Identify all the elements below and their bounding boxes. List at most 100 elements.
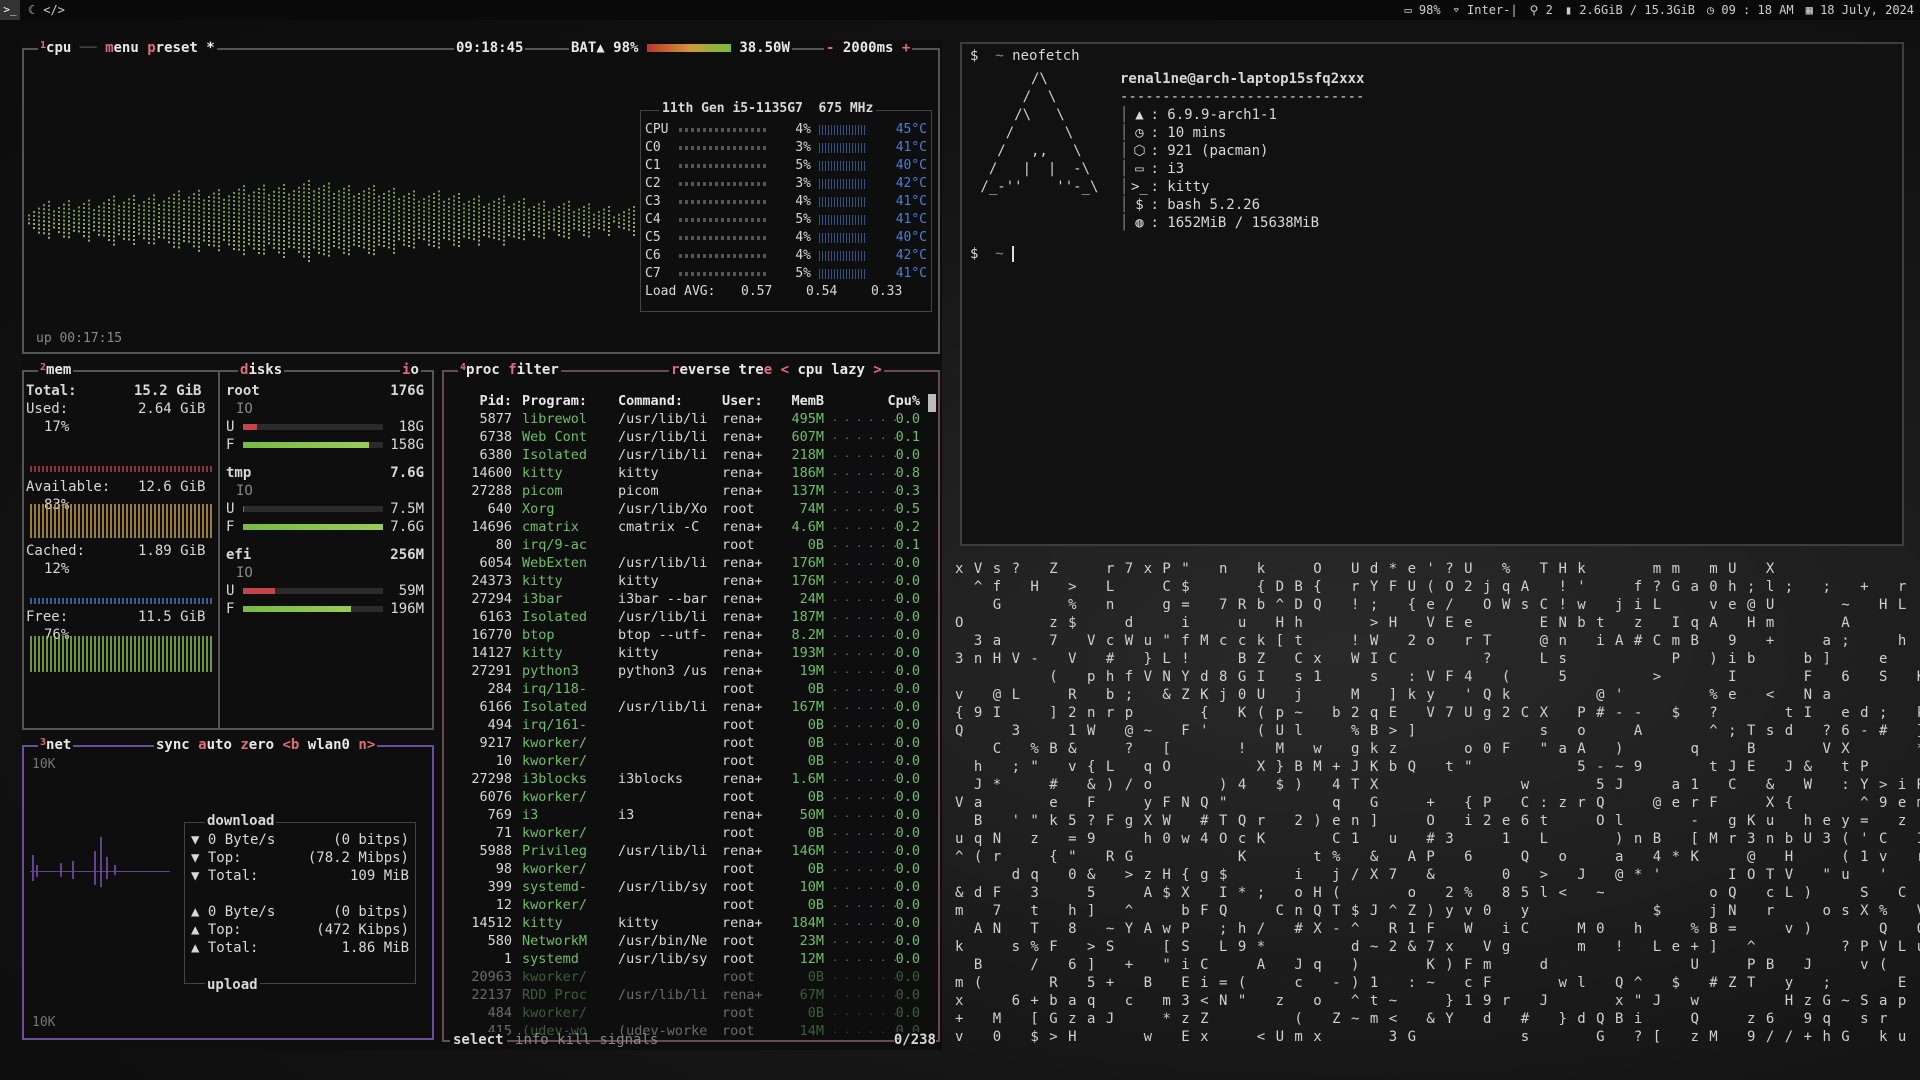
col-mem[interactable]: MemB <box>768 392 824 410</box>
table-row[interactable]: 27294 i3bar i3bar --bar rena+ 24M. . . . . .… <box>450 590 930 608</box>
prev-iface-button[interactable]: <b <box>283 737 300 753</box>
signals-button[interactable]: signals <box>599 1032 658 1048</box>
sync-toggle[interactable]: sync <box>156 737 190 753</box>
core-usage-bar <box>679 146 769 150</box>
table-row[interactable]: 6380 Isolated/usr/lib/li rena+ 218M. . . . … <box>450 446 930 464</box>
col-program[interactable]: Program: <box>522 392 587 410</box>
moon-icon[interactable]: ☾ <box>28 0 35 20</box>
col-command[interactable]: Command: <box>618 392 683 410</box>
col-pid[interactable]: Pid: <box>450 392 512 410</box>
table-row[interactable]: 14600 kitty kitty rena+ 186M. . . . . . 0.8 <box>450 464 930 482</box>
table-row[interactable]: 27288 picom picom rena+ 137M. . . . . . 0.3 <box>450 482 930 500</box>
row-program: irq/9-ac <box>522 537 588 553</box>
row-cpu: 0.1 <box>895 537 920 553</box>
row-command: kitty <box>618 465 659 481</box>
preset-tab[interactable]: preset * <box>147 40 214 56</box>
terminal-icon[interactable]: >_ <box>0 0 20 20</box>
table-row[interactable]: 16770 btop btop --utf-rena+ 8.2M. . . . . .… <box>450 626 930 644</box>
table-row[interactable]: 769 i3 i3 rena+ 50M. . . . . . 0.0 <box>450 806 930 824</box>
io-tab[interactable]: io <box>400 362 421 378</box>
auto-toggle[interactable]: auto <box>198 737 232 753</box>
kitty-terminal[interactable]: $ ~ neofetch /\ / \ /\ \ / \ / ,, \ / | … <box>960 42 1904 546</box>
info-button[interactable]: info <box>515 1032 549 1048</box>
table-row[interactable]: 484 kworker/root 0B. . . . . . 0.0 <box>450 1004 930 1022</box>
table-row[interactable]: 6166 Isolated/usr/lib/li rena+ 167M. . . . … <box>450 698 930 716</box>
row-command: kitty <box>618 645 659 661</box>
table-row[interactable]: 494 irq/161- root 0B. . . . . . 0.0 <box>450 716 930 734</box>
interval-plus-button[interactable]: + <box>902 40 910 56</box>
row-user: root <box>722 1005 755 1021</box>
col-user[interactable]: User: <box>722 392 763 410</box>
tree-toggle[interactable]: tree <box>738 362 772 378</box>
row-pid: 20963 <box>471 969 512 985</box>
mem-box-title[interactable]: 2mem <box>38 362 74 378</box>
disk-free: 158G <box>390 437 424 453</box>
update-interval[interactable]: - 2000ms + <box>824 40 913 56</box>
zero-button[interactable]: zero <box>240 737 274 753</box>
table-row[interactable]: 27298 i3blocks i3blocks rena+ 1.6M. . . . . … <box>450 770 930 788</box>
table-row[interactable]: 580 NetworkM/usr/bin/Ne root 23M. . . . . .… <box>450 932 930 950</box>
table-row[interactable]: 14127 kitty kitty rena+ 193M. . . . . . 0.0 <box>450 644 930 662</box>
row-user: rena+ <box>722 411 763 427</box>
net-graph <box>30 837 170 887</box>
proc-box-title[interactable]: 4proc filter <box>458 362 561 378</box>
table-row[interactable]: 14512 kitty kitty rena+ 184M. . . . . . 0.0 <box>450 914 930 932</box>
table-row[interactable]: 640 Xorg/usr/lib/Xo root 74M. . . . . . 0.5 <box>450 500 930 518</box>
table-row[interactable]: 14696 cmatrix cmatrix -C rena+ 4.6M. . . . .… <box>450 518 930 536</box>
table-row[interactable]: 6054 WebExten/usr/lib/li rena+ 176M. . . . … <box>450 554 930 572</box>
row-user: rena+ <box>722 699 763 715</box>
row-program: i3 <box>522 807 539 823</box>
net-scale-bottom: 10K <box>32 1015 56 1030</box>
row-mem: 176M <box>791 555 824 571</box>
table-row[interactable]: 80 irq/9-ac root 0B. . . . . . 0.1 <box>450 536 930 554</box>
table-row[interactable]: 6076 kworker/root 0B. . . . . . 0.0 <box>450 788 930 806</box>
net-controls[interactable]: sync auto zero <b wlan0 n> <box>154 737 378 753</box>
table-row[interactable]: 6738 Web Cont/usr/lib/li rena+ 607M. . . . … <box>450 428 930 446</box>
cpu-box-title[interactable]: 1cpu ── menu preset * <box>38 40 217 56</box>
sort-next-button[interactable]: > <box>873 362 881 378</box>
row-pid: 494 <box>487 717 512 733</box>
net-box-title[interactable]: 3net <box>38 737 74 753</box>
row-cpu: 0.0 <box>895 987 920 1003</box>
table-row[interactable]: 12 kworker/root 0B. . . . . . 0.0 <box>450 896 930 914</box>
kill-button[interactable]: kill <box>557 1032 591 1048</box>
sort-mode[interactable]: cpu lazy <box>798 362 865 378</box>
scrollbar-thumb[interactable] <box>928 394 936 412</box>
table-row[interactable]: 24373 kitty kitty rena+ 176M. . . . . . 0.0 <box>450 572 930 590</box>
row-user: rena+ <box>722 573 763 589</box>
core-usage-bar <box>679 254 769 258</box>
table-row[interactable]: 1 systemd/usr/lib/sy root 12M. . . . . . 0.0 <box>450 950 930 968</box>
btop-window[interactable]: 1cpu ── menu preset * 09:18:45 BAT▲ 98% … <box>22 40 942 1050</box>
sort-prev-button[interactable]: < <box>781 362 789 378</box>
table-row[interactable]: 5877 librewol/usr/lib/li rena+ 495M. . . . … <box>450 410 930 428</box>
table-row[interactable]: 5988 Privileg/usr/lib/li rena+ 146M. . . . … <box>450 842 930 860</box>
interval-minus-button[interactable]: - <box>826 40 834 56</box>
col-cpu[interactable]: Cpu% <box>870 392 920 410</box>
table-row[interactable]: 22137 RDD Proc/usr/lib/li rena+ 67M. . . . … <box>450 986 930 1004</box>
table-row[interactable]: 10 kworker/root 0B. . . . . . 0.0 <box>450 752 930 770</box>
menu-tab[interactable]: menu <box>105 40 139 56</box>
table-row[interactable]: 9217 kworker/root 0B. . . . . . 0.0 <box>450 734 930 752</box>
row-program: irq/161- <box>522 717 588 733</box>
table-row[interactable]: 6163 Isolated/usr/lib/li rena+ 187M. . . . … <box>450 608 930 626</box>
prompt-line[interactable]: $ ~ <box>970 246 1023 262</box>
reverse-toggle[interactable]: reverse <box>671 362 730 378</box>
next-iface-button[interactable]: n> <box>358 737 375 753</box>
table-row[interactable]: 27291 python3 python3 /us rena+ 19M. . . . .… <box>450 662 930 680</box>
table-row[interactable]: 20963 kworker/root 0B. . . . . . 0.0 <box>450 968 930 986</box>
code-icon[interactable]: </> <box>43 0 65 20</box>
core-name: C6 <box>645 248 661 263</box>
row-program: kworker/ <box>522 969 588 985</box>
disk-root: root 176G IO U 18G F 158G <box>226 382 430 454</box>
proc-sort-controls[interactable]: reverse tree < cpu lazy > <box>669 362 884 378</box>
table-row[interactable]: 399 systemd-/usr/lib/sy root 10M. . . . . .… <box>450 878 930 896</box>
table-row[interactable]: 71 kworker/root 0B. . . . . . 0.0 <box>450 824 930 842</box>
table-row[interactable]: 284 irq/118- root 0B. . . . . . 0.0 <box>450 680 930 698</box>
table-row[interactable]: 98 kworker/root 0B. . . . . . 0.0 <box>450 860 930 878</box>
select-label[interactable]: select <box>450 1032 507 1048</box>
user-host: renal1ne@arch-laptop15sfq2xxx <box>1120 71 1365 87</box>
row-command: /usr/lib/li <box>618 555 708 571</box>
row-program: picom <box>522 483 563 499</box>
filter-button[interactable]: filter <box>508 362 559 378</box>
disks-title[interactable]: disks <box>238 362 285 378</box>
